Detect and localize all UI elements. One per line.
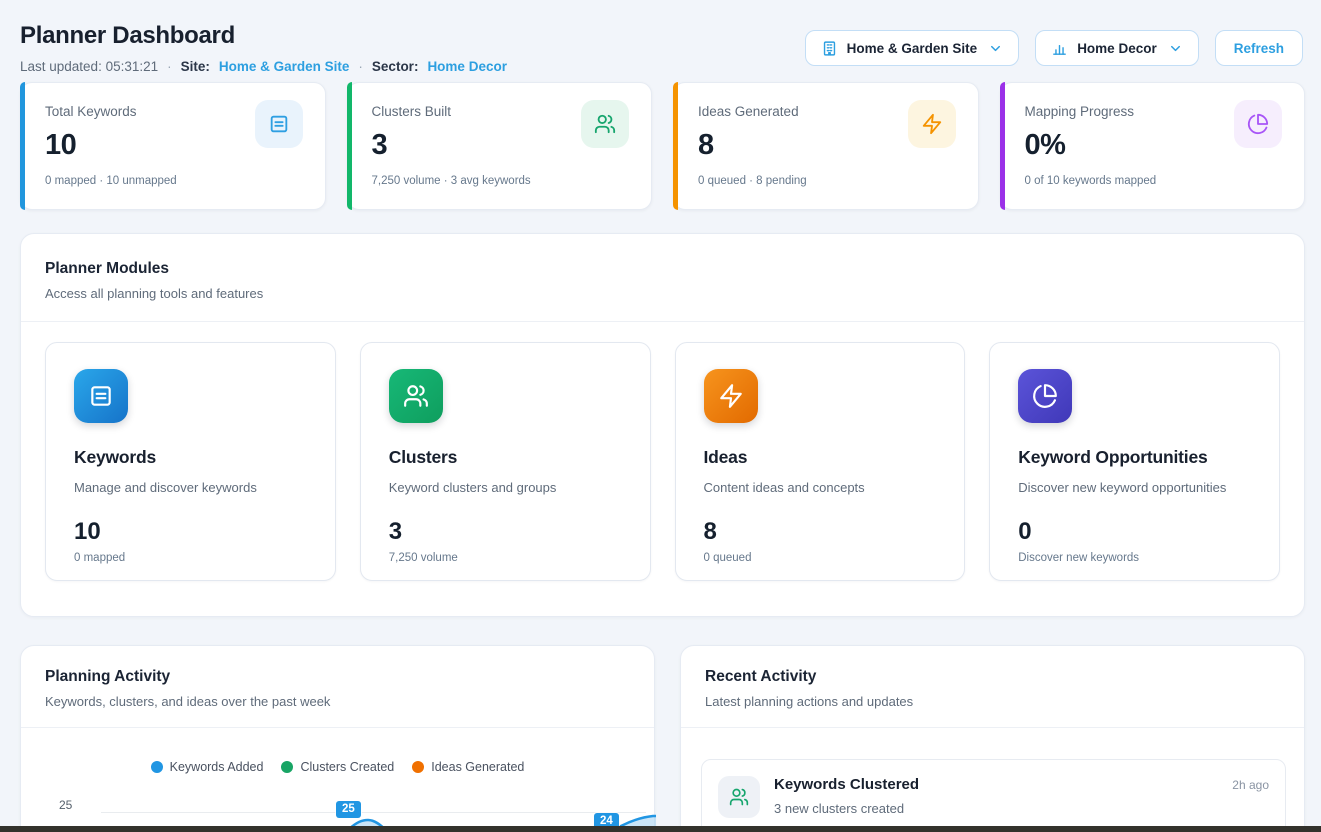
legend-dot-green bbox=[281, 761, 293, 773]
module-title: Keyword Opportunities bbox=[1018, 447, 1251, 468]
recent-panel-subtitle: Latest planning actions and updates bbox=[705, 694, 1280, 709]
chevron-down-icon bbox=[1168, 41, 1183, 56]
modules-panel-title: Planner Modules bbox=[45, 260, 1280, 278]
module-title: Keywords bbox=[74, 447, 307, 468]
zap-icon bbox=[908, 100, 956, 148]
users-icon bbox=[389, 369, 443, 423]
page-header: Planner Dashboard Last updated: 05:31:21… bbox=[20, 22, 507, 74]
bar-chart-icon bbox=[1051, 40, 1068, 57]
users-icon bbox=[581, 100, 629, 148]
site-label: Site: bbox=[181, 59, 210, 74]
module-sub: 0 queued bbox=[704, 552, 937, 564]
stat-card-clusters-built: Clusters Built 3 7,250 volume · 3 avg ke… bbox=[347, 82, 653, 210]
divider bbox=[681, 727, 1304, 728]
refresh-button[interactable]: Refresh bbox=[1215, 30, 1303, 66]
activity-item-title: Keywords Clustered bbox=[774, 776, 1269, 793]
stats-row: Total Keywords 10 0 mapped · 10 unmapped… bbox=[20, 82, 1305, 210]
activity-item-description: 3 new clusters created bbox=[774, 801, 1269, 816]
module-value: 8 bbox=[704, 518, 937, 546]
planner-modules-panel: Planner Modules Access all planning tool… bbox=[20, 233, 1305, 617]
module-sub: Discover new keywords bbox=[1018, 552, 1251, 564]
module-value: 0 bbox=[1018, 518, 1251, 546]
screen-bottom-bar bbox=[0, 826, 1321, 832]
sector-selector-label: Home Decor bbox=[1077, 41, 1157, 56]
last-updated-text: Last updated: 05:31:21 bbox=[20, 59, 158, 74]
legend-label: Clusters Created bbox=[300, 760, 394, 774]
legend-item-clusters-created[interactable]: Clusters Created bbox=[281, 760, 394, 774]
recent-activity-panel: Recent Activity Latest planning actions … bbox=[680, 645, 1305, 832]
module-card-ideas[interactable]: Ideas Content ideas and concepts 8 0 que… bbox=[675, 342, 966, 581]
chart-legend: Keywords Added Clusters Created Ideas Ge… bbox=[21, 760, 654, 774]
module-sub: 0 mapped bbox=[74, 552, 307, 564]
users-icon bbox=[718, 776, 760, 818]
module-sub: 7,250 volume bbox=[389, 552, 622, 564]
site-selector-button[interactable]: Home & Garden Site bbox=[805, 30, 1020, 66]
legend-dot-orange bbox=[412, 761, 424, 773]
modules-panel-subtitle: Access all planning tools and features bbox=[45, 286, 1280, 301]
stat-card-mapping-progress: Mapping Progress 0% 0 of 10 keywords map… bbox=[1000, 82, 1306, 210]
page-meta: Last updated: 05:31:21 · Site: Home & Ga… bbox=[20, 59, 507, 74]
divider bbox=[21, 727, 654, 728]
meta-separator: · bbox=[167, 59, 172, 74]
meta-separator: · bbox=[358, 59, 363, 74]
modules-grid: Keywords Manage and discover keywords 10… bbox=[21, 322, 1304, 581]
pie-chart-icon bbox=[1234, 100, 1282, 148]
legend-dot-blue bbox=[151, 761, 163, 773]
data-label-25: 25 bbox=[336, 801, 361, 818]
module-title: Clusters bbox=[389, 447, 622, 468]
document-icon bbox=[74, 369, 128, 423]
stat-sub: 0 queued · 8 pending bbox=[698, 175, 954, 187]
module-card-clusters[interactable]: Clusters Keyword clusters and groups 3 7… bbox=[360, 342, 651, 581]
page-title: Planner Dashboard bbox=[20, 22, 507, 50]
module-description: Content ideas and concepts bbox=[704, 480, 937, 495]
planning-activity-panel: Planning Activity Keywords, clusters, an… bbox=[20, 645, 655, 832]
module-description: Keyword clusters and groups bbox=[389, 480, 622, 495]
module-description: Manage and discover keywords bbox=[74, 480, 307, 495]
activity-item-time: 2h ago bbox=[1232, 778, 1269, 792]
activity-item-keywords-clustered: Keywords Clustered 3 new clusters create… bbox=[701, 759, 1286, 832]
building-icon bbox=[821, 40, 838, 57]
sector-selector-button[interactable]: Home Decor bbox=[1035, 30, 1199, 66]
module-card-keywords[interactable]: Keywords Manage and discover keywords 10… bbox=[45, 342, 336, 581]
module-title: Ideas bbox=[704, 447, 937, 468]
legend-item-ideas-generated[interactable]: Ideas Generated bbox=[412, 760, 524, 774]
header-controls: Home & Garden Site Home Decor Refresh bbox=[805, 30, 1303, 66]
stat-card-ideas-generated: Ideas Generated 8 0 queued · 8 pending bbox=[673, 82, 979, 210]
stat-sub: 0 of 10 keywords mapped bbox=[1025, 175, 1281, 187]
sector-label: Sector: bbox=[372, 59, 419, 74]
modules-panel-header: Planner Modules Access all planning tool… bbox=[21, 234, 1304, 321]
module-value: 3 bbox=[389, 518, 622, 546]
sector-link[interactable]: Home Decor bbox=[427, 59, 507, 74]
refresh-button-label: Refresh bbox=[1234, 41, 1284, 56]
planning-panel-subtitle: Keywords, clusters, and ideas over the p… bbox=[45, 694, 630, 709]
site-link[interactable]: Home & Garden Site bbox=[219, 59, 350, 74]
module-description: Discover new keyword opportunities bbox=[1018, 480, 1251, 495]
document-icon bbox=[255, 100, 303, 148]
legend-label: Keywords Added bbox=[170, 760, 264, 774]
zap-icon bbox=[704, 369, 758, 423]
legend-item-keywords-added[interactable]: Keywords Added bbox=[151, 760, 264, 774]
module-card-keyword-opportunities[interactable]: Keyword Opportunities Discover new keywo… bbox=[989, 342, 1280, 581]
planning-panel-title: Planning Activity bbox=[45, 668, 630, 686]
stat-card-total-keywords: Total Keywords 10 0 mapped · 10 unmapped bbox=[20, 82, 326, 210]
chevron-down-icon bbox=[988, 41, 1003, 56]
legend-label: Ideas Generated bbox=[431, 760, 524, 774]
site-selector-label: Home & Garden Site bbox=[847, 41, 978, 56]
recent-panel-header: Recent Activity Latest planning actions … bbox=[681, 646, 1304, 727]
stat-sub: 7,250 volume · 3 avg keywords bbox=[372, 175, 628, 187]
recent-panel-title: Recent Activity bbox=[705, 668, 1280, 686]
planning-panel-header: Planning Activity Keywords, clusters, an… bbox=[21, 646, 654, 727]
stat-sub: 0 mapped · 10 unmapped bbox=[45, 175, 301, 187]
module-value: 10 bbox=[74, 518, 307, 546]
pie-chart-icon bbox=[1018, 369, 1072, 423]
